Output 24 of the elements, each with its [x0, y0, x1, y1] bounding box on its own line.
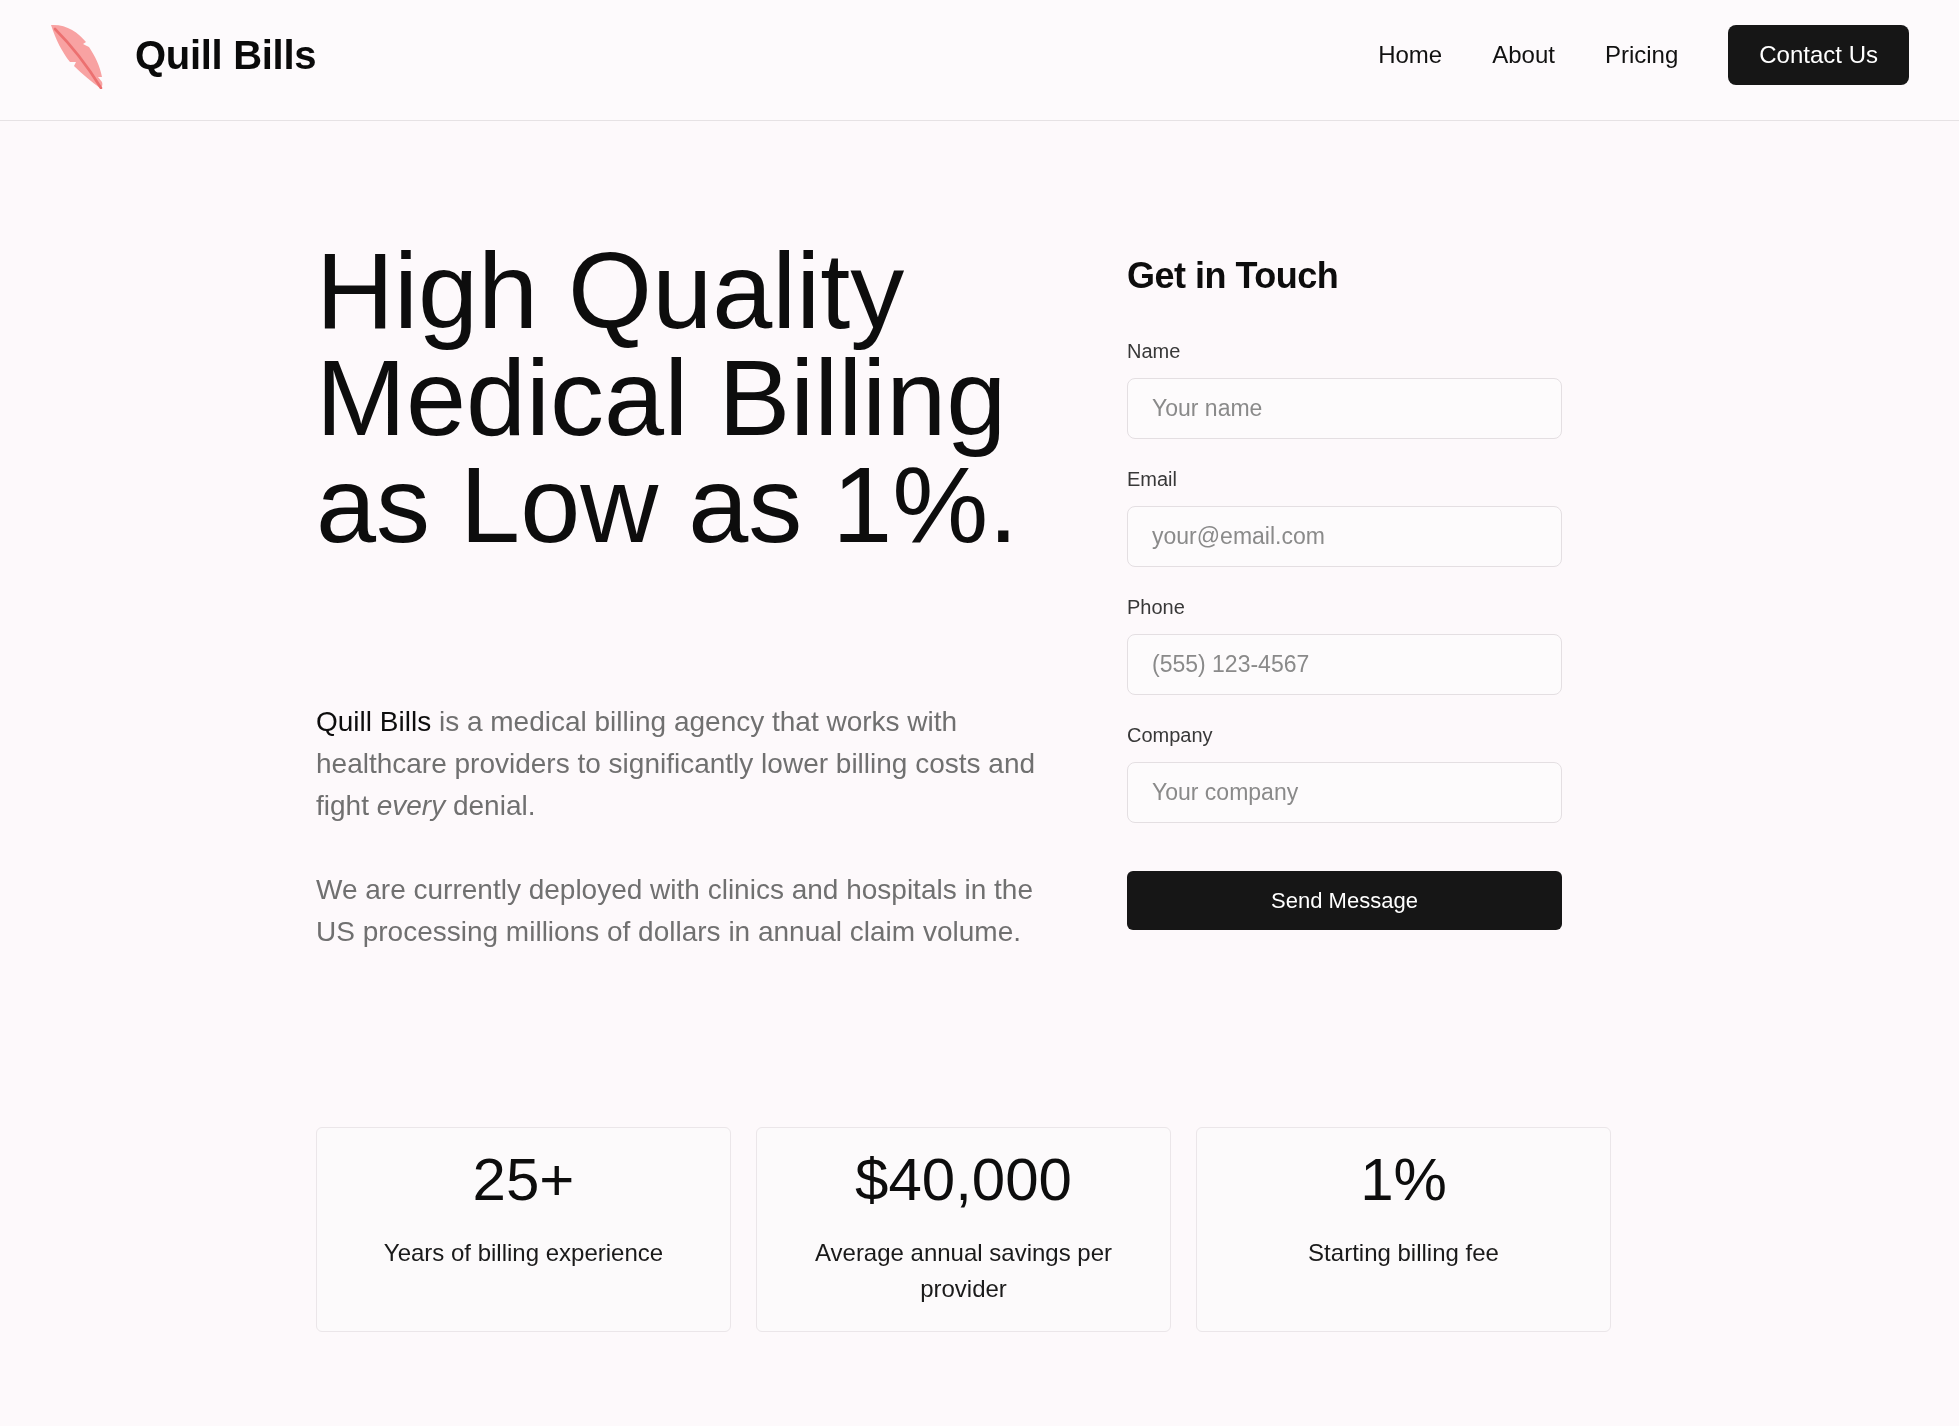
intro-paragraph: Quill Bills is a medical billing agency that works with healthcare providers to significantly lower billing costs and fight every denial. — [316, 705, 1037, 823]
stat-label: Years of billing experience — [382, 1238, 665, 1268]
stat-value: 25+ — [471, 1145, 576, 1215]
input-field[interactable]: (555) 123-4567 — [1127, 634, 1562, 695]
form-title: Get in Touch — [1127, 254, 1340, 298]
field-label: Email — [1127, 467, 1178, 491]
brand-name: Quill Bills — [135, 32, 317, 78]
nav-link[interactable]: Pricing — [1604, 41, 1679, 69]
hero-headline: High Quality Medical Billing as Low as 1%. — [316, 237, 1020, 558]
intro-paragraph: We are currently deployed with clinics and hospitals in the US processing millions of dollars in annual claim volume. — [316, 873, 1034, 949]
stat-value: $40,000 — [854, 1145, 1073, 1215]
field-label: Company — [1127, 723, 1214, 747]
stat-label: Average annual savings per provider — [813, 1238, 1114, 1304]
field-label: Name — [1127, 339, 1182, 363]
send-button[interactable]: Send Message — [1127, 871, 1562, 930]
input-field[interactable]: Your company — [1127, 762, 1562, 823]
nav-link[interactable]: About — [1492, 41, 1555, 69]
nav-link[interactable]: Home — [1378, 41, 1443, 69]
input-field[interactable]: your@email.com — [1127, 506, 1562, 567]
field-label: Phone — [1127, 595, 1186, 619]
stat-value: 1% — [1359, 1145, 1448, 1215]
contact-button[interactable]: Contact Us — [1728, 25, 1909, 85]
input-field[interactable]: Your name — [1127, 378, 1562, 439]
stat-label: Starting billing fee — [1307, 1238, 1500, 1268]
